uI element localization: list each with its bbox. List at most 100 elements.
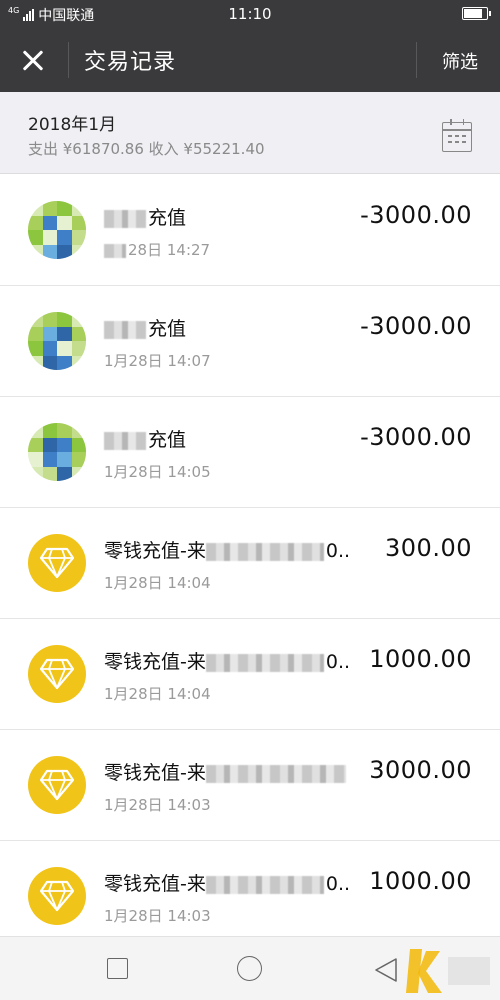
mosaic-tile [57, 244, 72, 259]
transaction-time: 1月28日 14:05 [104, 463, 211, 481]
header-divider [416, 42, 417, 78]
mosaic-tile [71, 312, 86, 327]
watermark-logo [406, 949, 490, 993]
mosaic-tile [71, 326, 86, 341]
mosaic-tile [28, 230, 43, 245]
transaction-amount: -3000.00 [360, 201, 472, 229]
diamond-icon [28, 645, 86, 703]
mosaic-tile [57, 326, 72, 341]
mosaic-tile [71, 355, 86, 370]
mosaic-tile [71, 215, 86, 230]
transaction-time: 1月28日 14:04 [104, 685, 211, 703]
transaction-amount: 1000.00 [369, 645, 472, 673]
calendar-icon[interactable] [442, 119, 472, 152]
mosaic-tile [57, 201, 72, 216]
transaction-amount: -3000.00 [360, 423, 472, 451]
app-header: 交易记录 筛选 [0, 28, 500, 92]
transaction-name: 充值 [104, 203, 186, 230]
mosaic-tile [28, 326, 43, 341]
transaction-name: 零钱充值-来 [104, 758, 348, 785]
mosaic-pattern [28, 201, 86, 259]
mosaic-tile [28, 201, 43, 216]
mosaic-tile [71, 341, 86, 356]
mosaic-tile [71, 244, 86, 259]
mosaic-tile [28, 423, 43, 438]
diamond-icon [28, 534, 86, 592]
mosaic-tile [42, 466, 57, 481]
diamond-icon [28, 756, 86, 814]
transaction-name: 充值 [104, 425, 186, 452]
transaction-name: 零钱充值-来 0.. [104, 873, 351, 895]
close-icon[interactable] [18, 46, 48, 76]
mosaic-avatar [28, 423, 86, 481]
recent-apps-icon[interactable] [107, 958, 128, 979]
battery-icon [462, 7, 491, 20]
transaction-list: 充值 28日 14:27 -3000.00 充值 1月28日 14:07 -30… [0, 175, 500, 952]
mosaic-avatar [28, 201, 86, 259]
mosaic-tile [28, 244, 43, 259]
mosaic-tile [42, 230, 57, 245]
transaction-amount: -3000.00 [360, 312, 472, 340]
mosaic-tile [57, 215, 72, 230]
transaction-row[interactable]: 充值 1月28日 14:05 -3000.00 [0, 397, 500, 508]
transaction-name: 零钱充值-来 0.. [104, 651, 351, 673]
mosaic-tile [71, 437, 86, 452]
mosaic-tile [57, 452, 72, 467]
home-icon[interactable] [237, 956, 262, 981]
battery-level [464, 9, 482, 18]
mosaic-tile [57, 437, 72, 452]
mosaic-tile [42, 341, 57, 356]
system-nav-bar [0, 936, 500, 1000]
mosaic-tile [28, 215, 43, 230]
mosaic-tile [57, 466, 72, 481]
mosaic-tile [28, 355, 43, 370]
header-divider [68, 42, 69, 78]
mosaic-tile [57, 341, 72, 356]
transaction-amount: 1000.00 [369, 867, 472, 895]
mosaic-tile [28, 466, 43, 481]
transaction-row[interactable]: 充值 28日 14:27 -3000.00 [0, 175, 500, 286]
mosaic-tile [71, 201, 86, 216]
diamond-icon [28, 867, 86, 925]
mosaic-tile [42, 423, 57, 438]
transaction-name: 充值 [104, 314, 186, 341]
mosaic-tile [57, 312, 72, 327]
transaction-time: 1月28日 14:07 [104, 352, 211, 370]
month-totals: 支出 ¥61870.86 收入 ¥55221.40 [28, 140, 265, 158]
mosaic-tile [71, 423, 86, 438]
mosaic-tile [57, 355, 72, 370]
mosaic-tile [42, 215, 57, 230]
transaction-time: 1月28日 14:04 [104, 574, 211, 592]
mosaic-tile [42, 437, 57, 452]
month-label: 2018年1月 [28, 115, 117, 135]
mosaic-tile [71, 452, 86, 467]
transaction-amount: 300.00 [385, 534, 472, 562]
mosaic-tile [28, 341, 43, 356]
transaction-time: 1月28日 14:03 [104, 907, 211, 925]
mosaic-tile [42, 452, 57, 467]
mosaic-tile [71, 466, 86, 481]
transaction-row[interactable]: 零钱充值-来 0.. 1月28日 14:04 1000.00 [0, 619, 500, 730]
transaction-row[interactable]: 零钱充值-来 0.. 1月28日 14:04 300.00 [0, 508, 500, 619]
page-title: 交易记录 [84, 50, 177, 75]
mosaic-tile [42, 244, 57, 259]
month-summary: 2018年1月 支出 ¥61870.86 收入 ¥55221.40 [0, 92, 500, 174]
mosaic-avatar [28, 312, 86, 370]
mosaic-pattern [28, 423, 86, 481]
mosaic-tile [71, 230, 86, 245]
mosaic-tile [42, 201, 57, 216]
filter-button[interactable]: 筛选 [442, 48, 478, 74]
transaction-time: 1月28日 14:03 [104, 796, 211, 814]
mosaic-tile [28, 437, 43, 452]
mosaic-tile [28, 312, 43, 327]
status-time: 11:10 [228, 5, 272, 23]
mosaic-tile [42, 326, 57, 341]
transaction-row[interactable]: 充值 1月28日 14:07 -3000.00 [0, 286, 500, 397]
mosaic-tile [28, 452, 43, 467]
mosaic-tile [57, 230, 72, 245]
transaction-name: 零钱充值-来 0.. [104, 540, 351, 562]
status-bar: 4G 中国联通 11:10 [0, 0, 500, 28]
mosaic-tile [42, 355, 57, 370]
transaction-row[interactable]: 零钱充值-来 1月28日 14:03 3000.00 [0, 730, 500, 841]
mosaic-tile [57, 423, 72, 438]
